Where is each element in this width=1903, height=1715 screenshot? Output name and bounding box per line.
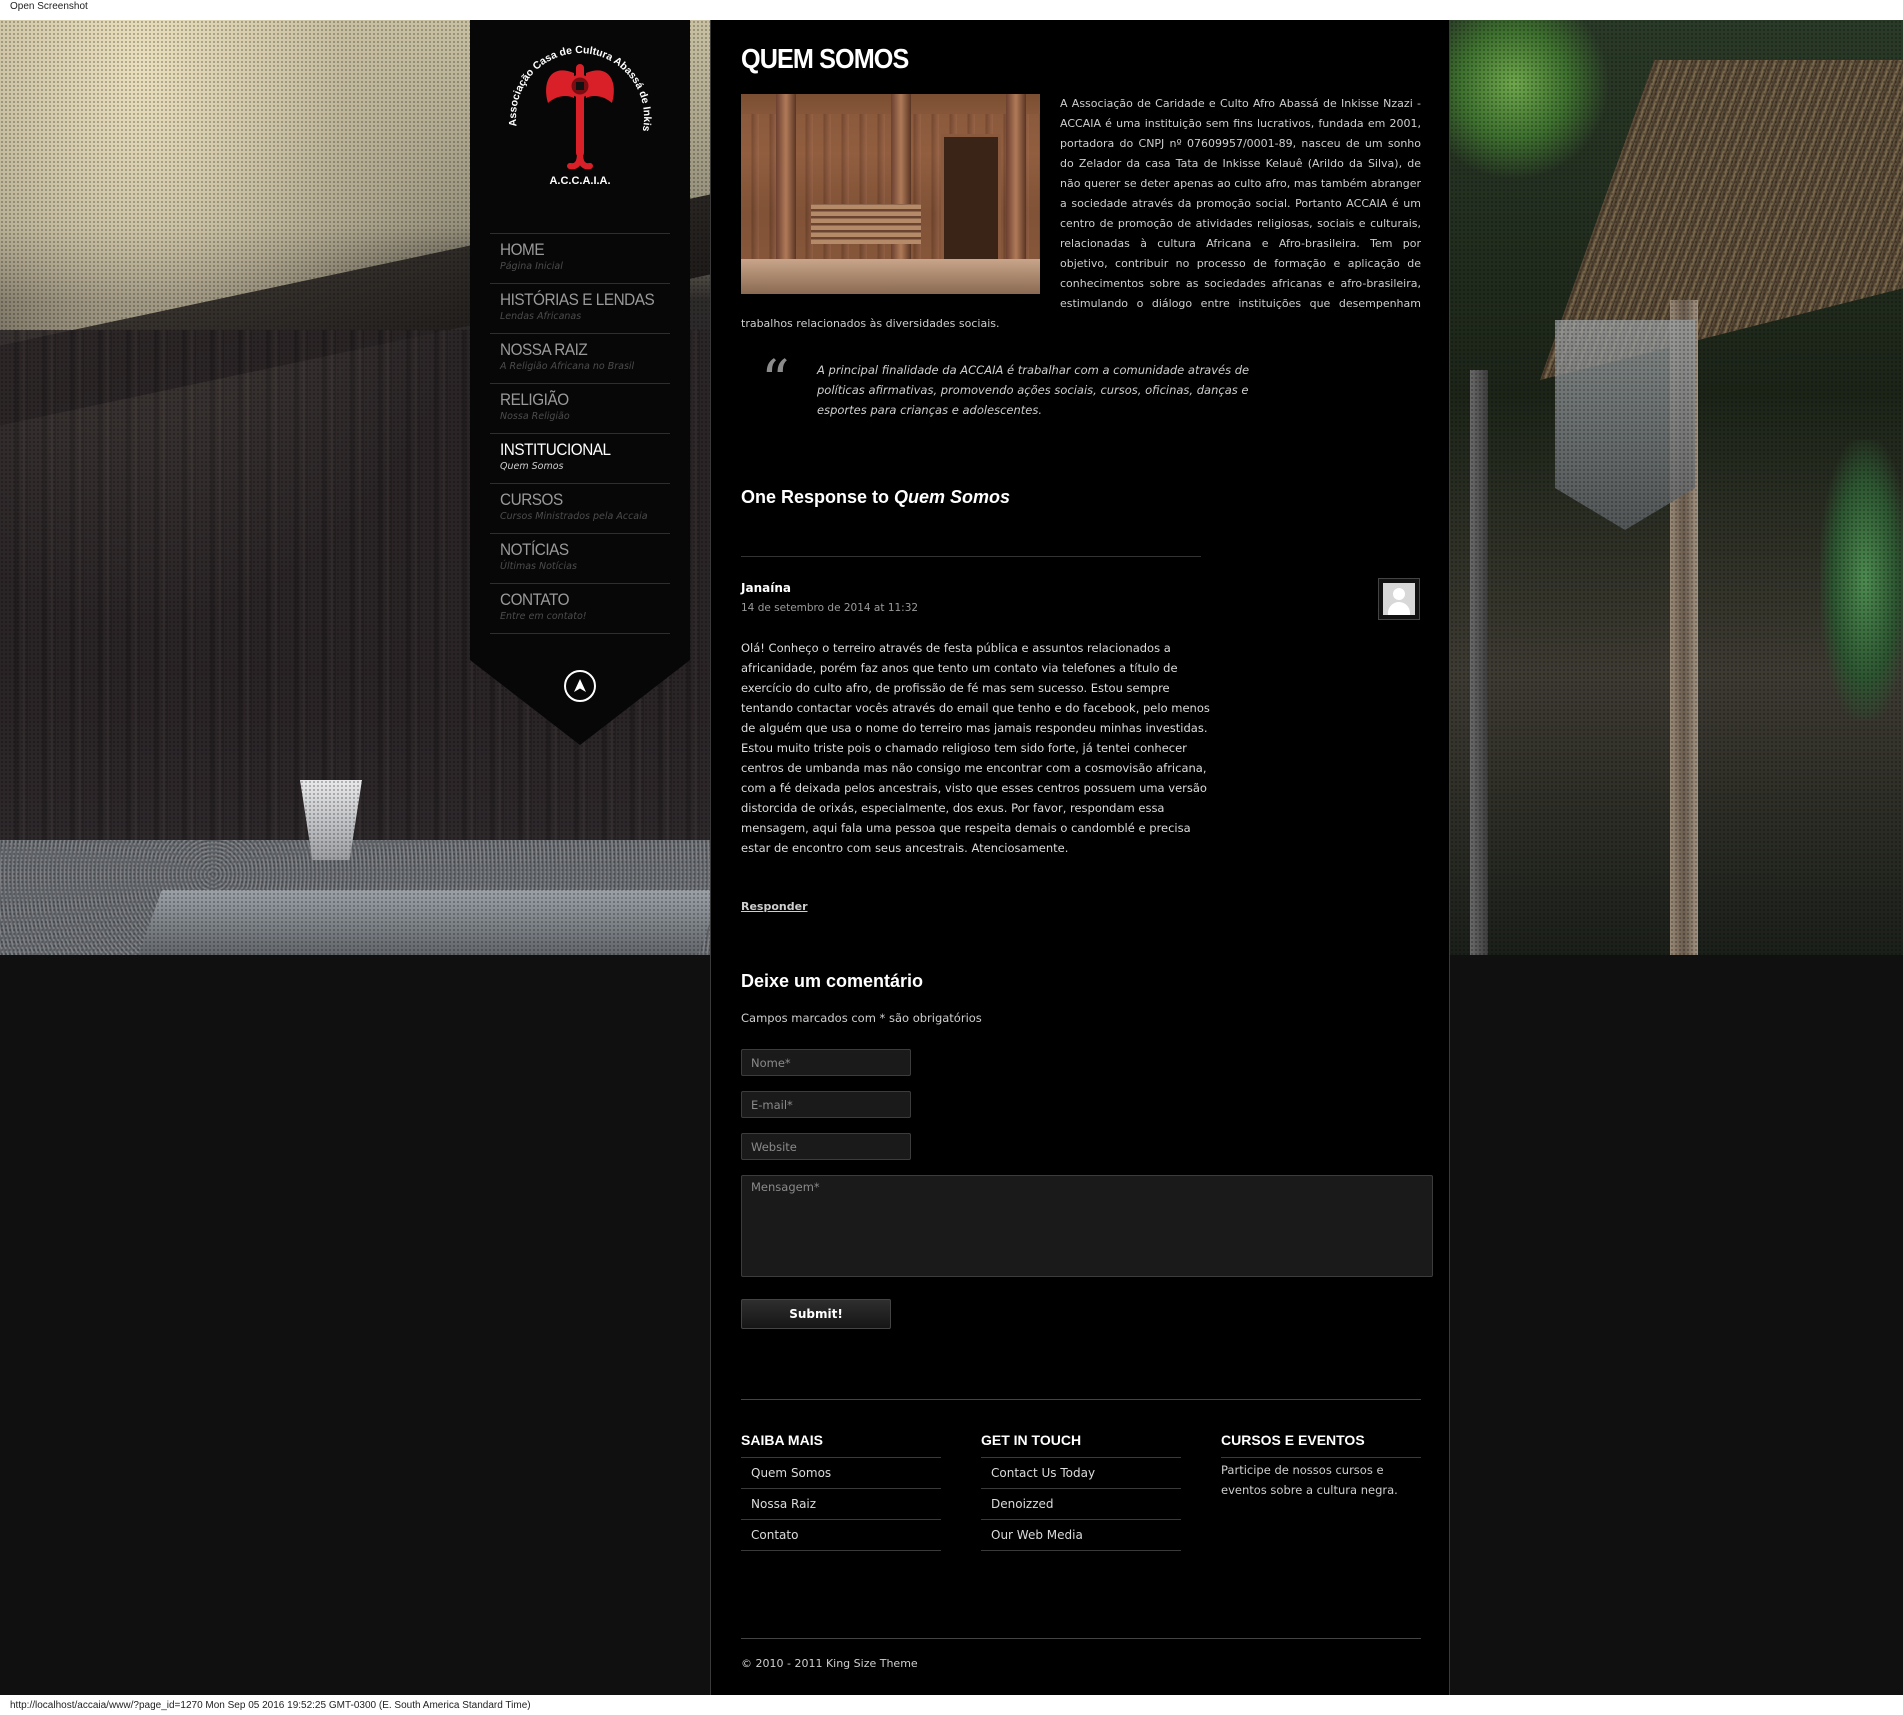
message-field[interactable] — [741, 1175, 1433, 1277]
quote-icon: “ — [761, 349, 790, 414]
nav-item-nossa-raiz[interactable]: NOSSA RAIZ A Religião Africana no Brasil — [490, 334, 670, 384]
page-canvas: Associação Casa de Cultura Abassá de Ink… — [0, 20, 1903, 1695]
blockquote: “ A principal finalidade da ACCAIA é tra… — [761, 354, 1281, 420]
nav-item-subtitle: Página Inicial — [500, 261, 563, 272]
footer-link-nossa-raiz[interactable]: Nossa Raiz — [741, 1489, 941, 1520]
nav-item-home[interactable]: HOME Página Inicial — [490, 234, 670, 284]
logo-acronym: A.C.C.A.I.A. — [549, 175, 610, 187]
divider — [741, 556, 1201, 557]
comments-title: One Response to Quem Somos — [741, 487, 1010, 508]
quote-text: A principal finalidade da ACCAIA é traba… — [817, 363, 1250, 417]
nav-item-subtitle: Cursos Ministrados pela Accaia — [500, 511, 648, 522]
name-field[interactable] — [741, 1049, 911, 1076]
background-photo-right — [1450, 20, 1903, 955]
nav-item-title: INSTITUCIONAL — [500, 440, 611, 459]
nav-item-contato[interactable]: CONTATO Entre em contato! — [490, 584, 670, 634]
main-content: QUEM SOMOS A Associação de Caridade e Cu… — [710, 20, 1450, 1695]
footer-column-title: SAIBA MAIS — [741, 1432, 941, 1458]
navigation-arrow-icon[interactable] — [564, 670, 596, 702]
required-fields-note: Campos marcados com * são obrigatórios — [741, 1011, 982, 1025]
footer-link-denoizzed[interactable]: Denoizzed — [981, 1489, 1181, 1520]
nav-item-subtitle: Entre em contato! — [500, 611, 587, 622]
copyright: © 2010 - 2011 King Size Theme — [741, 1657, 918, 1670]
footer-column-title: GET IN TOUCH — [981, 1432, 1181, 1458]
nav-item-subtitle: Quem Somos — [500, 461, 564, 472]
intro-section: A Associação de Caridade e Culto Afro Ab… — [741, 94, 1421, 334]
nav-item-title: CURSOS — [500, 490, 563, 509]
page-title: QUEM SOMOS — [741, 43, 909, 74]
status-bar: http://localhost/accaia/www/?page_id=127… — [0, 1695, 1903, 1715]
building-photo — [741, 94, 1040, 294]
nav-item-subtitle: Nossa Religião — [500, 411, 570, 422]
nav-item-title: HOME — [500, 240, 545, 259]
nav-item-subtitle: Últimas Notícias — [500, 561, 577, 572]
footer-divider — [741, 1399, 1421, 1400]
nav-item-noticias[interactable]: NOTÍCIAS Últimas Notícias — [490, 534, 670, 584]
footer-column-text: Participe de nossos cursos e eventos sob… — [1221, 1463, 1398, 1497]
footer-link-quem-somos[interactable]: Quem Somos — [741, 1458, 941, 1489]
nav-item-title: NOTÍCIAS — [500, 540, 569, 559]
nav-item-title: NOSSA RAIZ — [500, 340, 588, 359]
nav-item-title: RELIGIÃO — [500, 390, 569, 409]
accaia-logo[interactable]: Associação Casa de Cultura Abassá de Ink… — [486, 20, 670, 198]
comment-body: Olá! Conheço o terreiro através de festa… — [741, 641, 1210, 855]
website-field[interactable] — [741, 1133, 911, 1160]
comments-title-post: Quem Somos — [894, 487, 1011, 507]
nav-item-title: HISTÓRIAS E LENDAS — [500, 290, 655, 309]
main-nav: HOME Página Inicial HISTÓRIAS E LENDAS L… — [490, 233, 670, 634]
nav-item-historias-e-lendas[interactable]: HISTÓRIAS E LENDAS Lendas Africanas — [490, 284, 670, 334]
comment-date: 14 de setembro de 2014 at 11:32 — [741, 602, 919, 614]
submit-button[interactable]: Submit! — [741, 1299, 891, 1329]
reply-link[interactable]: Responder — [741, 900, 808, 913]
avatar — [1378, 578, 1420, 620]
comment-author: Janaína — [741, 581, 791, 595]
nav-item-subtitle: Lendas Africanas — [500, 311, 582, 322]
nav-item-subtitle: A Religião Africana no Brasil — [500, 361, 635, 372]
footer-divider — [741, 1638, 1421, 1639]
footer-link-contato[interactable]: Contato — [741, 1520, 941, 1551]
email-field[interactable] — [741, 1091, 911, 1118]
nav-item-religiao[interactable]: RELIGIÃO Nossa Religião — [490, 384, 670, 434]
footer-link-contact-us[interactable]: Contact Us Today — [981, 1458, 1181, 1489]
nav-item-institucional[interactable]: INSTITUCIONAL Quem Somos — [490, 434, 670, 484]
nav-item-title: CONTATO — [500, 590, 570, 609]
footer-column-title: CURSOS E EVENTOS — [1221, 1432, 1421, 1458]
comment-form-title: Deixe um comentário — [741, 971, 924, 991]
footer-column-cursos-e-eventos: CURSOS E EVENTOS Participe de nossos cur… — [1221, 1432, 1421, 1500]
footer-column-saiba-mais: SAIBA MAIS Quem Somos Nossa Raiz Contato — [741, 1432, 941, 1551]
footer-column-get-in-touch: GET IN TOUCH Contact Us Today Denoizzed … — [981, 1432, 1181, 1551]
axe-emblem-icon — [546, 64, 614, 170]
footer-link-our-web-media[interactable]: Our Web Media — [981, 1520, 1181, 1551]
user-avatar-icon — [1383, 583, 1415, 615]
nav-panel: Associação Casa de Cultura Abassá de Ink… — [470, 20, 690, 745]
screenshot-header: Open Screenshot — [0, 0, 1903, 20]
nav-item-cursos[interactable]: CURSOS Cursos Ministrados pela Accaia — [490, 484, 670, 534]
comments-title-prefix: One Response to — [741, 487, 895, 507]
